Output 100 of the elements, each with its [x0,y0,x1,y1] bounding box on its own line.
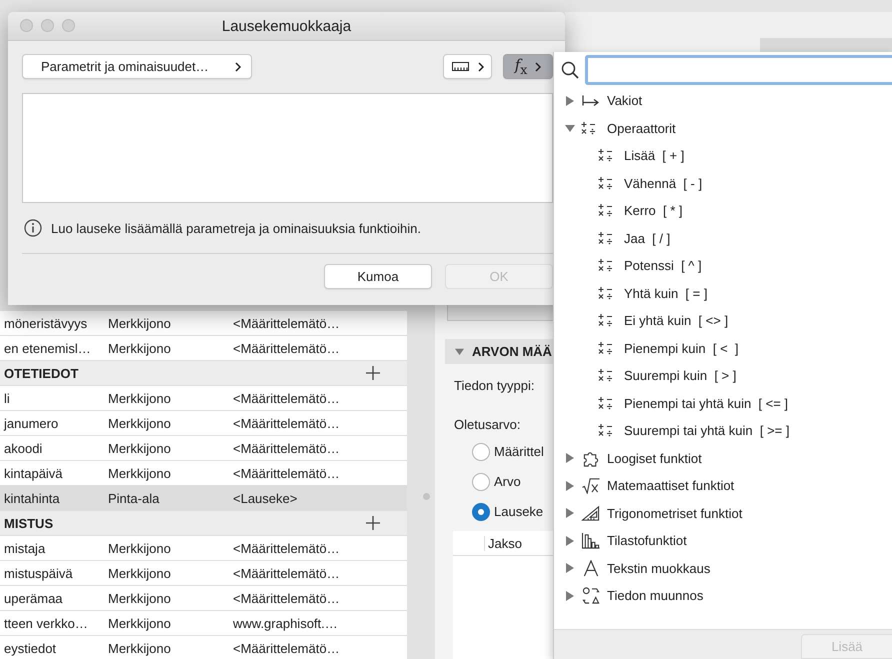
value-cell: <Määrittelemätö… [233,466,340,480]
expand-triangle-icon[interactable] [565,590,575,601]
tree-label: Operaattorit [607,120,676,136]
tree-label: Tilastofunktiot [607,533,687,548]
expand-triangle-icon[interactable] [565,453,575,464]
tree-item[interactable]: Trigonometriset funktiot [554,500,892,527]
value-cell: <Määrittelemätö… [233,566,340,580]
info-text: Luo lauseke lisäämällä parametreja ja ominaisuuksia funktioihin. [51,220,421,236]
search-icon [561,60,579,78]
type-cell-text: Merkkijono [108,340,172,356]
type-cell-text: Pinta-ala [108,490,160,506]
section-header[interactable]: ARVON MÄÄ [445,339,553,364]
type-cell-text: Merkkijono [108,390,172,406]
type-cell-text: Merkkijono [108,616,172,630]
expand-triangle-icon[interactable] [565,536,575,546]
type-cell-text: Merkkijono [108,540,172,556]
value-cell: <Määrittelemätö… [233,640,340,656]
tree-label: Ei yhtä kuin [ <> ] [624,313,728,328]
tree-label: Trigonometriset funktiot [607,506,742,521]
root-icon [581,477,601,494]
window-title: Lausekemuokkaaja [222,18,352,34]
expand-triangle-icon[interactable] [565,480,575,491]
collapse-triangle-icon[interactable] [565,123,575,134]
type-cell-text: Merkkijono [108,566,172,580]
tree-item[interactable]: Suurempi kuin [ > ] [554,362,892,390]
section-title: OTETIEDOT [3,366,80,380]
chevron-icon [535,62,542,72]
name-cell-text: eystiedot [3,640,58,656]
type-cell-text: Merkkijono [108,440,172,456]
dialog-button[interactable]: Kumoa [324,264,432,289]
field-label: Tiedon tyyppi: [454,378,536,393]
name-cell-text: kintapäivä [3,466,64,480]
radio-button[interactable] [472,442,490,460]
tree-item[interactable]: Tilastofunktiot [554,527,892,554]
expression-field[interactable] [22,93,553,203]
tree-item[interactable]: Ei yhtä kuin [ <> ] [554,307,892,334]
type-cell-text: Merkkijono [108,416,172,430]
tree-item[interactable]: Potenssi [ ^ ] [554,252,892,280]
tree-item[interactable]: Vakiot [554,87,892,114]
value-cell: <Määrittelemätö… [233,390,340,406]
value-cell: <Määrittelemätö… [233,590,340,606]
tree-label: Pienempi tai yhtä kuin [ <= ] [624,396,788,411]
tree-item[interactable]: Pienempi kuin [ < ] [554,334,892,362]
radio-button[interactable] [472,502,490,520]
type-cell-text: Merkkijono [108,466,172,480]
splitter-handle-icon[interactable] [422,493,430,500]
add-icon[interactable] [366,366,380,380]
value-cell: <Määrittelemätö… [233,416,340,430]
expand-triangle-icon[interactable] [565,563,575,574]
table-row[interactable]: kintahinta Pinta-ala <Lauseke> [0,486,407,511]
tree-item[interactable]: Tiedon muunnos [554,582,892,610]
value-cell: <Määrittelemätö… [233,440,340,456]
tree-label: Suurempi kuin [ > ] [624,368,736,384]
shapes-convert-icon [581,587,601,604]
tree-label: Kerro [ * ] [624,203,683,218]
name-cell-text: möneristävyys [3,316,88,330]
value-cell: <Lauseke> [233,490,298,506]
tree-item[interactable]: Matemaattiset funktiot [554,472,892,500]
info-icon [24,219,42,237]
tree-label: Vähennä [ - ] [624,176,702,191]
tree-item[interactable]: Vähennä [ - ] [554,170,892,197]
expand-triangle-icon[interactable] [565,508,575,518]
type-cell-text: Merkkijono [108,590,172,606]
add-icon[interactable] [366,516,380,530]
radio-button[interactable] [472,472,490,490]
tree-label: Lisää [ + ] [624,148,684,164]
tree-item[interactable]: Jaa [ / ] [554,224,892,252]
value-cell: <Määrittelemätö… [233,540,340,556]
value-cell: www.graphisoft.… [233,616,338,630]
name-cell-text: akoodi [3,440,44,456]
tree-item[interactable]: Lisää [ + ] [554,142,892,170]
function-button[interactable]: f$_{x}$ [503,54,553,79]
section-title: ARVON MÄÄ [472,344,552,359]
tree-label: Potenssi [ ^ ] [624,258,702,274]
tree-label: Matemaattiset funktiot [607,478,734,494]
tree-item[interactable]: Yhtä kuin [ = ] [554,280,892,307]
tree-item[interactable]: Suurempi tai yhtä kuin [ >= ] [554,417,892,444]
search-field[interactable] [585,54,892,84]
tree-item[interactable]: Tekstin muokkaus [554,554,892,582]
radio-label: Lauseke [494,504,544,519]
tree-label: Suurempi tai yhtä kuin [ >= ] [624,423,790,438]
tree-label: Tekstin muokkaus [607,560,710,576]
expand-triangle-icon[interactable] [565,96,575,106]
tree-item[interactable]: Pienempi tai yhtä kuin [ <= ] [554,390,892,417]
parameters-button[interactable]: Parametrit ja ominaisuudet… [22,54,252,79]
tree-label: Yhtä kuin [ = ] [624,286,708,301]
tree-item[interactable]: Kerro [ * ] [554,197,892,224]
bar-chart-icon [581,532,601,550]
ruler-icon [452,62,468,71]
name-cell-text: janumero [2,416,60,430]
letter-a-icon [581,560,601,577]
collapse-triangle-icon[interactable] [455,347,464,356]
tree-item[interactable]: Loogiset funktiot [554,444,892,472]
column-header[interactable]: Jakso [484,536,522,550]
tree-item[interactable]: Operaattorit [554,114,892,142]
chevron-icon [478,62,484,72]
units-button[interactable] [443,54,492,79]
name-cell-text: mistuspäivä [3,566,74,580]
name-cell-text: li [3,390,11,406]
name-cell-text: en etenemisl… [3,340,92,356]
